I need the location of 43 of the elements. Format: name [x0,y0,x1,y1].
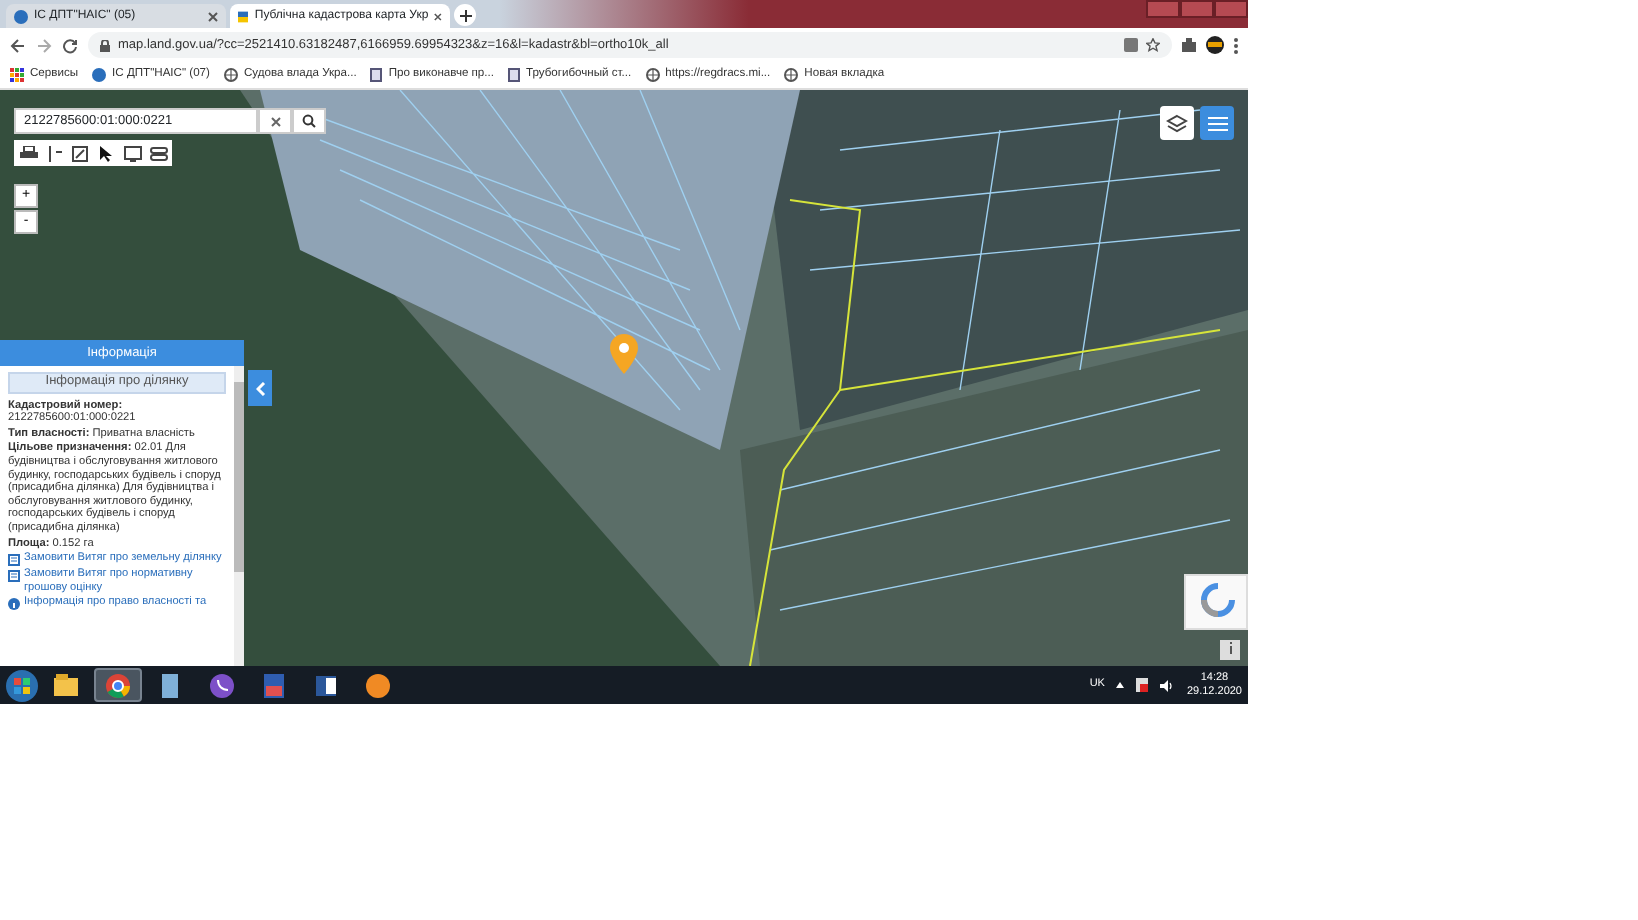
caret-icon[interactable] [1116,682,1125,688]
layers-icon [1166,113,1188,133]
avatar-icon[interactable] [1206,36,1224,54]
print-icon[interactable] [16,142,40,164]
location-pin-icon [610,334,638,374]
menu-button[interactable] [1200,106,1234,140]
viber-icon [206,669,238,701]
document-icon [508,68,520,82]
info-icon [1227,642,1233,655]
apps-grid-icon [10,68,24,82]
floppy-icon [258,669,290,701]
menu-icon [1207,115,1227,131]
search-button[interactable] [292,108,326,134]
recaptcha-badge [1184,574,1248,630]
document-icon [8,554,20,567]
start-button-icon[interactable] [6,669,38,701]
explorer-icon [50,669,82,701]
collapse-button[interactable] [248,370,272,406]
site-logo-icon [92,68,107,82]
flag-icon[interactable] [1136,678,1149,692]
area-icon[interactable] [68,142,92,164]
back-icon[interactable] [10,37,26,53]
speaker-icon[interactable] [1160,679,1175,691]
close-icon[interactable] [208,11,218,21]
scrollbar[interactable] [234,366,244,666]
taskbar-button[interactable] [94,668,142,702]
monitor-icon[interactable] [120,142,144,164]
close-icon[interactable] [434,11,442,21]
layers-button[interactable] [1160,106,1194,140]
lock-icon [100,39,110,51]
new-tab-button[interactable] [454,4,476,26]
search-icon [302,114,316,128]
star-icon[interactable] [1146,38,1160,52]
reload-icon[interactable] [62,37,78,53]
flag-icon [238,9,249,23]
document-icon [370,68,383,82]
document-icon [8,570,20,583]
info-icon [8,598,20,611]
clear-button[interactable] [258,108,292,134]
chrome-icon [102,669,134,701]
chevron-left-icon [255,381,265,395]
clear-icon [269,115,281,127]
info-button[interactable] [1220,640,1240,660]
